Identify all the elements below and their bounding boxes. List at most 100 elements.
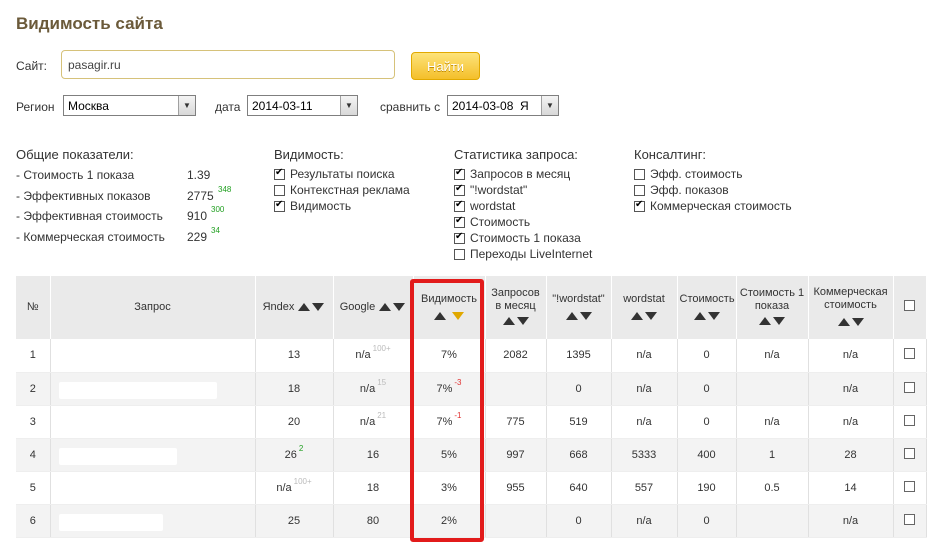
find-button[interactable]: Найти xyxy=(411,52,480,80)
column-header-google: Google xyxy=(333,276,414,339)
value: 2% xyxy=(441,514,457,527)
cell-wordstat: n/a xyxy=(611,339,678,373)
cell-wordstat: n/a xyxy=(611,504,678,538)
visibility-option-search[interactable]: Результаты поиска xyxy=(274,167,395,181)
option-label: Результаты поиска xyxy=(290,167,395,181)
date-select[interactable]: 2014-03-11 ▼ xyxy=(247,95,358,116)
region-select[interactable]: Москва ▼ xyxy=(63,95,196,116)
cell-requests: 2082 xyxy=(485,339,547,373)
sort-desc-icon[interactable] xyxy=(393,303,406,312)
cell-cost: 0 xyxy=(677,405,737,439)
sort-asc-icon[interactable] xyxy=(502,317,515,326)
column-header-wordstat: wordstat xyxy=(611,276,678,339)
value: 7% xyxy=(436,415,453,428)
cell-select xyxy=(893,372,927,406)
row-checkbox[interactable] xyxy=(904,348,915,360)
cell-wordstat-quoted: 640 xyxy=(546,471,612,505)
sort-desc-icon[interactable] xyxy=(312,303,325,312)
sort-desc-icon[interactable] xyxy=(851,318,864,327)
query-option-cost1[interactable]: Стоимость 1 показа xyxy=(454,231,581,245)
checkbox[interactable] xyxy=(274,184,285,196)
cell-commercial: n/a xyxy=(808,405,894,439)
sort-asc-icon[interactable] xyxy=(837,318,850,327)
cell-visibility: 3% xyxy=(413,471,486,505)
visibility-option-context[interactable]: Контекстная реклама xyxy=(274,183,410,197)
sort-asc-icon[interactable] xyxy=(693,311,706,320)
row-checkbox[interactable] xyxy=(904,381,915,393)
consulting-option-eff-views[interactable]: Эфф. показов xyxy=(634,183,729,197)
sort-desc-icon[interactable] xyxy=(451,311,464,320)
cell-query[interactable] xyxy=(50,372,256,406)
site-input[interactable] xyxy=(61,50,395,79)
cell-google: n/a21 xyxy=(333,405,414,439)
checkbox[interactable] xyxy=(634,199,645,212)
checkbox[interactable] xyxy=(634,184,645,196)
row-checkbox[interactable] xyxy=(904,447,915,459)
sort-asc-icon[interactable] xyxy=(631,311,643,320)
table-row: 4 262 16 5% 997 668 5333 400 1 28 xyxy=(16,438,927,472)
query-option-requests[interactable]: Запросов в месяц xyxy=(454,167,570,181)
cell-query[interactable] xyxy=(50,504,256,538)
column-header-cost1: Стоимость 1 показа xyxy=(736,276,809,339)
row-checkbox[interactable] xyxy=(904,414,915,426)
checkbox[interactable] xyxy=(454,231,465,244)
query-option-wordstat-quoted[interactable]: "!wordstat" xyxy=(454,183,527,197)
cell-query[interactable] xyxy=(50,438,256,472)
checkbox[interactable] xyxy=(274,167,285,180)
cell-requests xyxy=(485,372,547,406)
query-stats-title: Статистика запроса: xyxy=(454,147,578,162)
cell-requests xyxy=(485,504,547,538)
yandex-delta: 2 xyxy=(298,443,304,453)
checkbox[interactable] xyxy=(454,199,465,212)
select-all-checkbox[interactable] xyxy=(904,300,915,311)
option-label: Запросов в месяц xyxy=(470,167,571,181)
value: n/a xyxy=(276,481,292,494)
checkbox[interactable] xyxy=(454,167,465,180)
sort-desc-icon[interactable] xyxy=(773,317,785,326)
sort-desc-icon[interactable] xyxy=(645,311,657,320)
sort-desc-icon[interactable] xyxy=(707,311,720,320)
cell-query[interactable] xyxy=(50,339,256,373)
row-checkbox[interactable] xyxy=(904,513,915,525)
cell-num: 3 xyxy=(16,405,51,439)
consulting-option-eff-cost[interactable]: Эфф. стоимость xyxy=(634,167,742,181)
sort-asc-icon[interactable] xyxy=(565,311,578,320)
consulting-option-commercial[interactable]: Коммерческая стоимость xyxy=(634,199,792,213)
visibility-delta: -3 xyxy=(454,377,462,387)
cell-yandex: 18 xyxy=(255,372,334,406)
cell-cost1: n/a xyxy=(736,405,809,439)
value: 25 xyxy=(287,514,301,527)
compare-select[interactable]: 2014-03-08 Я ▼ xyxy=(447,95,559,116)
cell-google: n/a100+ xyxy=(333,339,414,373)
query-option-liveinternet[interactable]: Переходы LiveInternet xyxy=(454,247,592,261)
column-header-select-all xyxy=(893,276,927,339)
cell-query[interactable] xyxy=(50,405,256,439)
google-delta: 15 xyxy=(377,377,387,387)
google-delta: 100+ xyxy=(372,344,391,354)
cell-wordstat: 5333 xyxy=(611,438,678,472)
cell-visibility: 2% xyxy=(413,504,486,538)
checkbox[interactable] xyxy=(454,248,465,260)
cell-select xyxy=(893,504,927,538)
checkbox[interactable] xyxy=(454,215,465,228)
checkbox[interactable] xyxy=(274,199,285,212)
checkbox[interactable] xyxy=(634,168,645,180)
query-option-wordstat[interactable]: wordstat xyxy=(454,199,515,213)
query-option-cost[interactable]: Стоимость xyxy=(454,215,530,229)
visibility-option-visibility[interactable]: Видимость xyxy=(274,199,351,213)
query-blurred xyxy=(58,381,217,399)
cell-google: n/a15 xyxy=(333,372,414,406)
column-header-visibility: Видимость xyxy=(413,276,486,339)
sort-desc-icon[interactable] xyxy=(579,311,592,320)
sort-desc-icon[interactable] xyxy=(516,317,529,326)
column-header-num: № xyxy=(16,276,51,339)
sort-asc-icon[interactable] xyxy=(298,303,311,312)
sort-asc-icon[interactable] xyxy=(434,311,447,320)
checkbox[interactable] xyxy=(454,183,465,196)
sort-asc-icon[interactable] xyxy=(379,303,392,312)
compare-label: сравнить с xyxy=(380,100,441,114)
row-checkbox[interactable] xyxy=(904,480,915,492)
sort-asc-icon[interactable] xyxy=(759,317,771,326)
query-blurred xyxy=(58,447,177,465)
cell-query[interactable] xyxy=(50,471,256,505)
